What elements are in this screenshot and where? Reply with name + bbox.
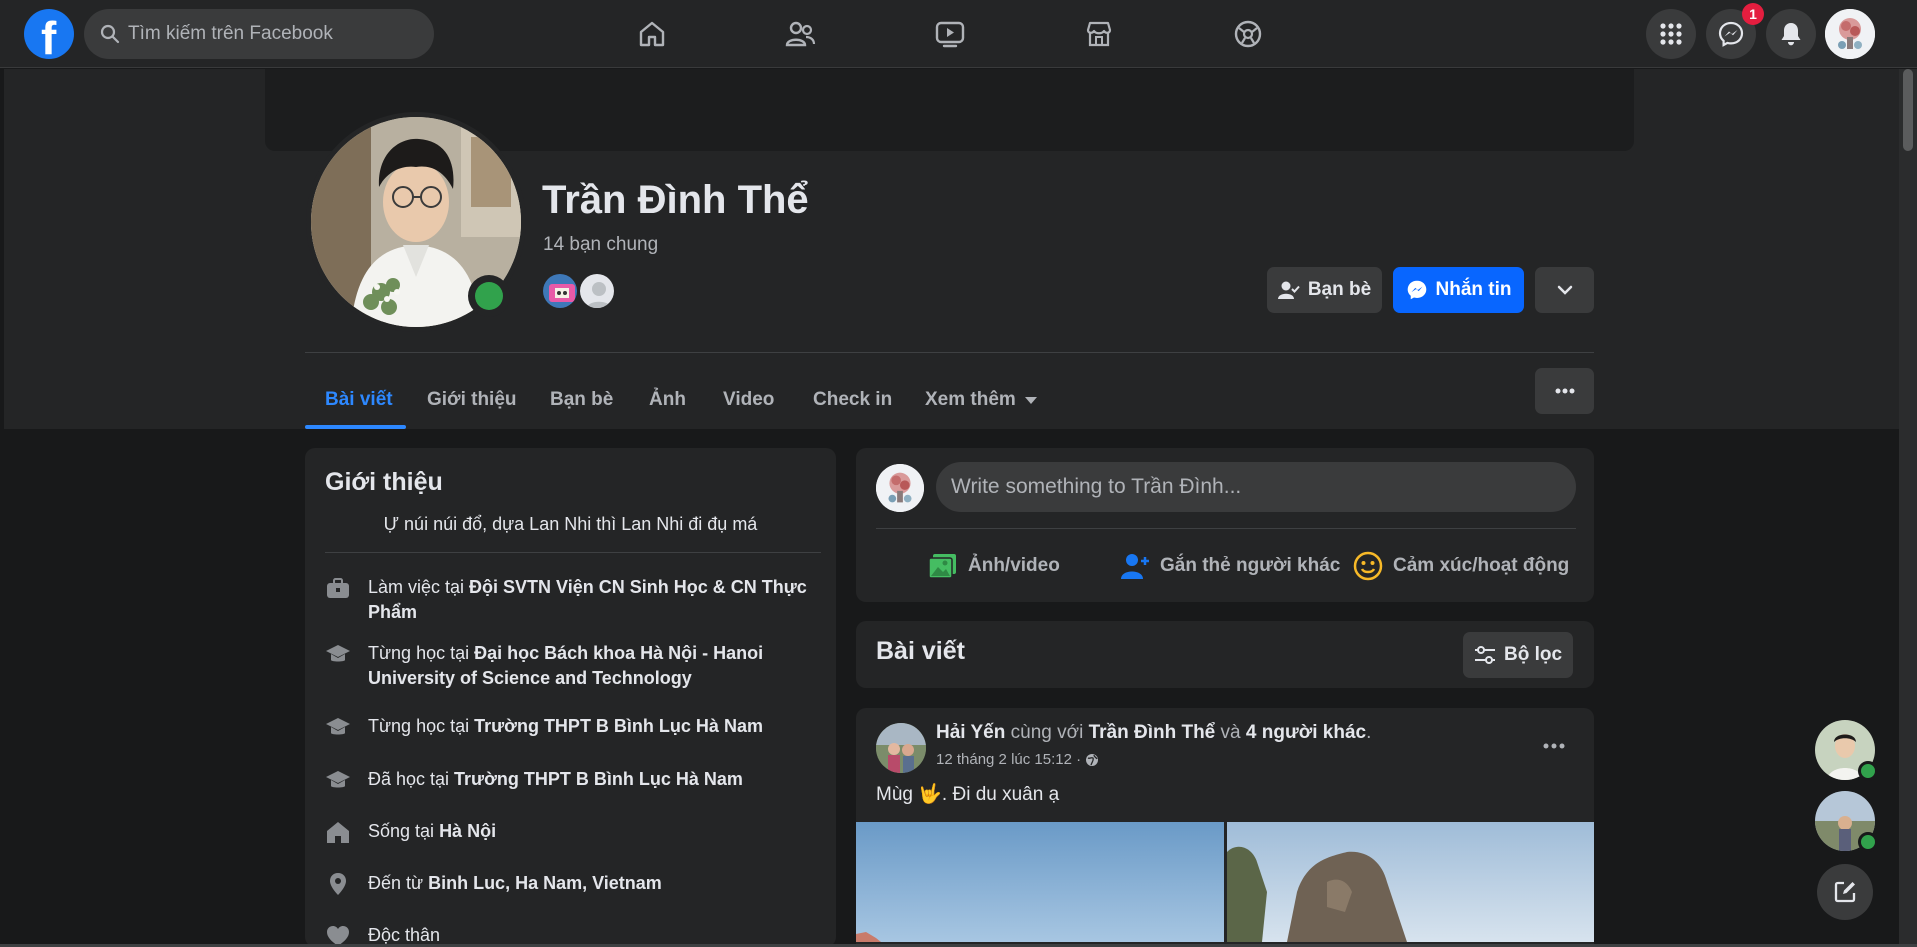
active-tab-indicator	[305, 425, 406, 429]
menu-grid-icon[interactable]	[1646, 9, 1696, 59]
tab-see-more[interactable]: Xem thêm	[925, 372, 1038, 428]
globe-icon	[1086, 753, 1099, 766]
tab-check-ins[interactable]: Check in	[813, 372, 892, 428]
filter-icon	[1474, 646, 1495, 664]
post-card: Hải Yến cùng với Trần Đình Thể và 4 ngườ…	[856, 708, 1594, 944]
new-message-button[interactable]	[1817, 864, 1873, 920]
home-icon	[327, 822, 349, 843]
page-scrollbar[interactable]	[1899, 69, 1917, 947]
message-button[interactable]: Nhắn tin	[1393, 267, 1524, 313]
location-icon	[330, 873, 346, 895]
profile-more-button[interactable]	[1535, 368, 1594, 414]
tab-posts[interactable]: Bài viết	[325, 372, 393, 428]
mutual-friends-count[interactable]: 14 bạn chung	[543, 234, 658, 256]
education-icon	[326, 645, 350, 662]
post-others-link[interactable]: 4 người khác	[1246, 722, 1366, 743]
post-header: Hải Yến cùng với Trần Đình Thể và 4 ngườ…	[936, 722, 1372, 743]
tab-videos[interactable]: Video	[723, 372, 774, 428]
mutual-friend-avatar[interactable]	[541, 272, 579, 310]
filter-button[interactable]: Bộ lọc	[1463, 632, 1573, 678]
intro-card: Giới thiệu Ự núi núi đổ, dựa Lan Nhi thì…	[305, 448, 836, 947]
feeling-activity-button[interactable]: Cảm xúc/hoạt động	[1353, 544, 1569, 588]
messenger-icon	[1407, 280, 1426, 300]
post-options-button[interactable]	[1536, 728, 1572, 764]
messenger-icon	[1718, 21, 1744, 47]
search-box[interactable]	[84, 9, 434, 59]
top-navigation-bar: f 1	[0, 0, 1917, 68]
tab-about[interactable]: Giới thiệu	[427, 372, 517, 428]
online-status-indicator	[1858, 761, 1878, 781]
tab-photos[interactable]: Ảnh	[649, 372, 686, 428]
friend-check-icon	[1277, 281, 1300, 299]
compose-icon	[1834, 881, 1856, 903]
gaming-icon[interactable]	[1228, 14, 1268, 54]
composer-divider	[876, 528, 1576, 529]
more-horizontal-icon	[1555, 388, 1574, 394]
header-divider	[305, 352, 1594, 353]
post-photo[interactable]	[1227, 822, 1594, 942]
tag-people-button[interactable]: Gắn thẻ người khác	[1120, 544, 1340, 588]
intro-title: Giới thiệu	[325, 468, 443, 496]
tab-friends[interactable]: Bạn bè	[550, 372, 613, 428]
facebook-logo[interactable]: f	[24, 9, 74, 64]
post-meta: 12 tháng 2 lúc 15:12 ·	[936, 751, 1099, 768]
account-avatar[interactable]	[1825, 9, 1875, 59]
friends-icon[interactable]	[780, 14, 820, 54]
intro-divider	[325, 552, 821, 553]
caret-down-icon	[1024, 397, 1037, 404]
profile-name: Trần Đình Thể	[542, 178, 809, 222]
posts-title: Bài viết	[876, 637, 965, 665]
messenger-button[interactable]: 1	[1706, 3, 1764, 59]
more-horizontal-icon	[1543, 743, 1565, 749]
composer-input[interactable]	[936, 462, 1576, 512]
post-timestamp[interactable]: 12 tháng 2 lúc 15:12 ·	[936, 751, 1081, 768]
friends-status-button[interactable]: Bạn bè	[1267, 267, 1382, 313]
education-icon	[326, 771, 350, 788]
post-text: Mùg 🤟. Đi du xuân ạ	[876, 784, 1060, 805]
home-icon[interactable]	[632, 14, 672, 54]
messenger-badge: 1	[1742, 3, 1764, 25]
photo-icon	[928, 554, 956, 579]
more-profile-options-button[interactable]	[1535, 267, 1594, 313]
post-tagged-person[interactable]: Trần Đình Thể	[1089, 722, 1216, 743]
search-input[interactable]	[128, 9, 418, 59]
post-author-avatar[interactable]	[876, 723, 926, 773]
posts-header: Bài viết Bộ lọc	[856, 621, 1594, 688]
composer-avatar	[876, 464, 924, 512]
tag-people-icon	[1121, 554, 1149, 579]
mutual-friend-avatar[interactable]	[578, 272, 616, 310]
chevron-down-icon	[1557, 285, 1572, 295]
notifications-icon[interactable]	[1766, 9, 1816, 59]
watch-icon[interactable]	[930, 14, 970, 54]
intro-bio: Ự núi núi đổ, dựa Lan Nhi thì Lan Nhi đi…	[383, 514, 758, 534]
search-icon	[100, 24, 120, 44]
online-status-indicator	[1858, 832, 1878, 852]
scrollbar-thumb[interactable]	[1903, 69, 1913, 151]
photo-video-button[interactable]: Ảnh/video	[928, 544, 1060, 588]
online-status-indicator	[468, 275, 510, 317]
post-composer: Ảnh/video Gắn thẻ người khác Cảm xúc/hoạ…	[856, 448, 1594, 602]
marketplace-icon[interactable]	[1079, 14, 1119, 54]
post-author[interactable]: Hải Yến	[936, 722, 1005, 743]
post-photo[interactable]	[856, 822, 1224, 942]
work-icon	[327, 578, 349, 598]
smiley-icon	[1353, 551, 1383, 581]
education-icon	[326, 718, 350, 735]
